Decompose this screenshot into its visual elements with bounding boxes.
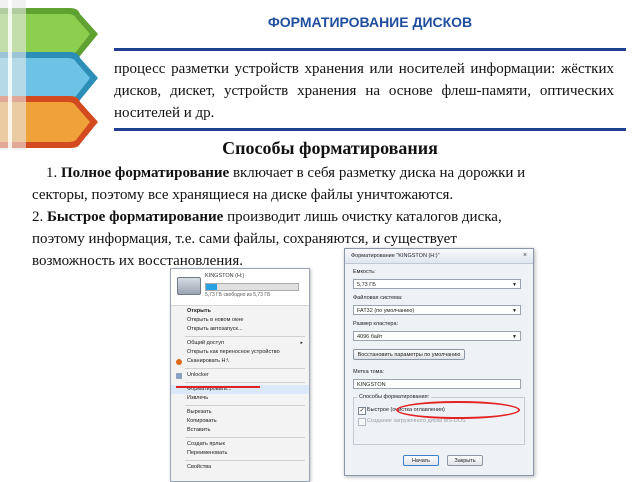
menu-item-eject[interactable]: Извлечь [171,394,309,403]
menu-item-paste[interactable]: Вставить [171,426,309,435]
menu-item-open[interactable]: Открыть [171,307,309,316]
dialog-title: Форматирование "KINGSTON (H:)" [345,249,533,264]
context-menu-screenshot: KINGSTON (H:) 5,73 ГБ свободно из 5,73 Г… [170,268,310,482]
menu-item-rename[interactable]: Переименовать [171,449,309,458]
drive-name: KINGSTON (H:) [205,273,245,279]
chevron-down-icon: ▼ [512,334,517,340]
bottom-divider [114,128,626,131]
close-button[interactable]: Закрыть [447,455,483,466]
menu-separator [185,405,305,406]
menu-separator [185,460,305,461]
chevron-down-icon: ▼ [512,282,517,288]
menu-item-portable-device[interactable]: Открыть как переносное устройство [171,348,309,357]
method-2-line2: поэтому информация, т.е. сами файлы, сох… [32,231,457,247]
menu-item-create-shortcut[interactable]: Создать ярлык [171,440,309,449]
start-button[interactable]: Начать [403,455,439,466]
decorative-ribbons [0,0,98,150]
quick-format-checkbox[interactable]: ✓ [358,407,366,415]
format-dialog-screenshot: Форматирование "KINGSTON (H:)" × Емкость… [344,248,534,476]
method-2-term: Быстрое форматирование [47,209,224,225]
menu-item-cut[interactable]: Вырезать [171,408,309,417]
filesystem-label: Файловая система: [353,295,403,301]
volume-label-label: Метка тома: [353,369,385,375]
method-1: 1. Полное форматирование включает в себя… [46,165,526,181]
chevron-down-icon: ▼ [512,308,517,314]
drive-icon [177,277,201,295]
capacity-select[interactable]: 5,73 ГБ ▼ [353,279,521,289]
submenu-arrow-icon: ▸ [300,340,303,346]
menu-separator [185,382,305,383]
cluster-size-label: Размер кластера: [353,321,399,327]
format-options-label: Способы форматирования: [357,394,432,400]
close-icon[interactable]: × [521,252,529,260]
definition-text: процесс разметки устройств хранения или … [114,61,614,121]
page-title: ФОРМАТИРОВАНИЕ ДИСКОВ [267,14,473,30]
methods-heading: Способы форматирования [222,138,438,158]
drive-free-space: 5,73 ГБ свободно из 5,73 ГБ [205,292,271,298]
quick-format-highlight-ellipse [396,401,520,419]
menu-separator [185,437,305,438]
format-highlight-underline [176,386,260,388]
top-divider [114,48,626,51]
menu-item-share[interactable]: Общий доступ ▸ [171,339,309,348]
filesystem-select[interactable]: FAT32 (по умолчанию) ▼ [353,305,521,315]
menu-item-properties[interactable]: Свойства [171,463,309,472]
menu-item-open-new-window[interactable]: Открыть в новом окне [171,316,309,325]
drive-header: KINGSTON (H:) 5,73 ГБ свободно из 5,73 Г… [171,269,309,306]
method-2: 2. Быстрое форматирование производит лиш… [32,209,502,225]
restore-defaults-button[interactable]: Восстановить параметры по умолчанию [353,349,465,360]
menu-separator [185,336,305,337]
method-1-line2: секторы, поэтому все хранящиеся на диске… [32,187,454,203]
method-1-term: Полное форматирование [61,165,230,181]
menu-item-scan[interactable]: Сканировать H:\ [171,357,309,366]
menu-item-copy[interactable]: Копировать [171,417,309,426]
cluster-size-select[interactable]: 4096 байт ▼ [353,331,521,341]
msdos-boot-checkbox[interactable] [358,418,366,426]
menu-separator [185,368,305,369]
capacity-label: Емкость: [353,269,376,275]
drive-usage-bar [205,283,299,291]
menu-item-autoplay[interactable]: Открыть автозапуск... [171,325,309,334]
volume-label-input[interactable]: KINGSTON [353,379,521,389]
menu-item-unlocker[interactable]: Unlocker [171,371,309,380]
